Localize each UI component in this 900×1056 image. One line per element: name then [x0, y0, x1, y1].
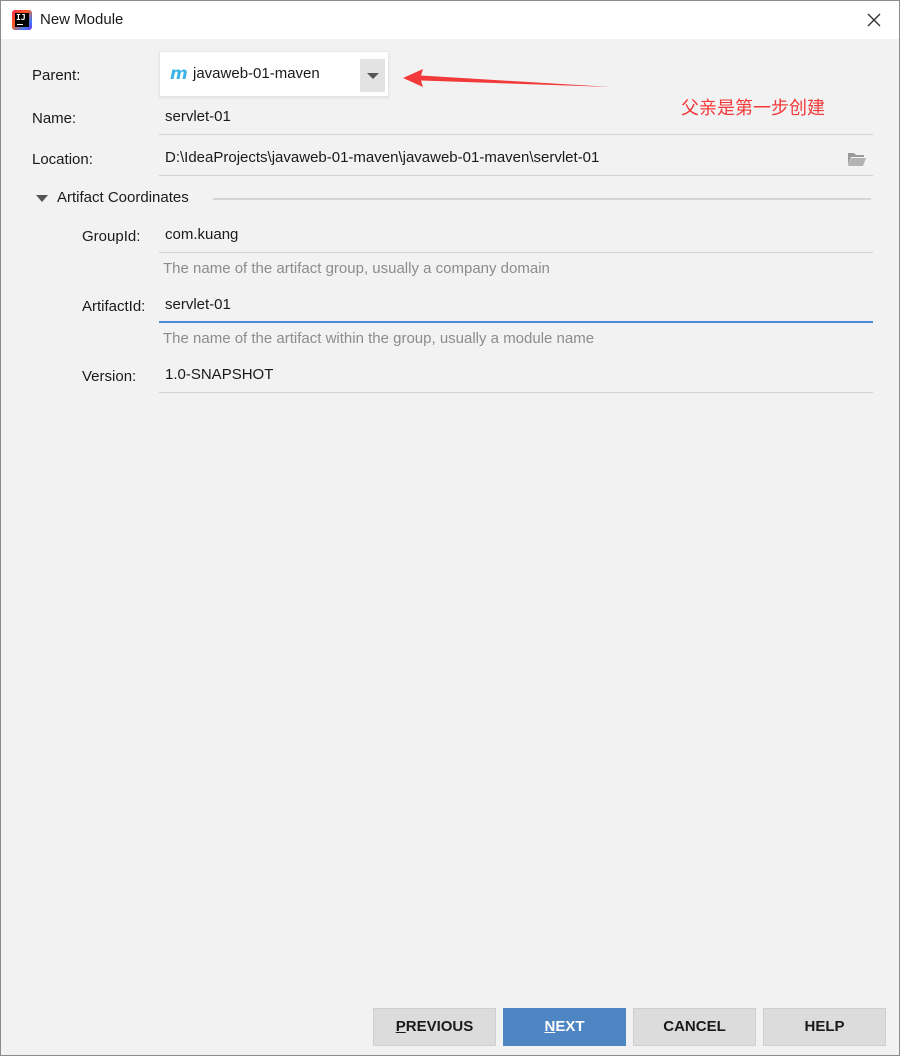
previous-label: REVIOUS — [405, 1018, 474, 1035]
help-button[interactable]: HELP — [763, 1008, 886, 1046]
close-icon[interactable] — [863, 9, 885, 31]
location-field[interactable]: D:\IdeaProjects\javaweb-01-maven\javaweb… — [159, 142, 873, 176]
artifactid-hint: The name of the artifact within the grou… — [163, 330, 595, 347]
name-field[interactable]: servlet-01 — [159, 101, 873, 135]
previous-button[interactable]: PREVIOUS — [373, 1008, 496, 1046]
name-label: Name: — [32, 110, 77, 127]
next-label: EXT — [555, 1018, 585, 1035]
groupid-label: GroupId: — [82, 228, 141, 245]
folder-icon[interactable] — [847, 151, 867, 167]
parent-label: Parent: — [32, 67, 81, 84]
cancel-button[interactable]: CANCEL — [633, 1008, 756, 1046]
chevron-down-icon[interactable] — [360, 59, 385, 92]
parent-value: javaweb-01-maven — [193, 65, 320, 82]
location-label: Location: — [32, 151, 93, 168]
maven-icon: m — [170, 64, 188, 84]
next-mnemonic: N — [544, 1018, 556, 1035]
groupid-field[interactable]: com.kuang — [159, 219, 873, 253]
title-bar: IJ New Module — [1, 1, 899, 39]
new-module-dialog: IJ New Module Parent: m javaweb-01-maven… — [0, 0, 900, 1056]
artifactid-label: ArtifactId: — [82, 298, 146, 315]
collapse-toggle-icon[interactable] — [35, 192, 49, 206]
artifactid-field[interactable]: servlet-01 — [159, 289, 873, 323]
version-field[interactable]: 1.0-SNAPSHOT — [159, 359, 873, 393]
artifact-coordinates-title: Artifact Coordinates — [57, 189, 189, 206]
next-button[interactable]: NEXT — [503, 1008, 626, 1046]
parent-combobox[interactable]: m javaweb-01-maven — [159, 51, 389, 97]
section-divider — [213, 198, 871, 200]
groupid-hint: The name of the artifact group, usually … — [163, 260, 550, 277]
dialog-title: New Module — [40, 11, 124, 28]
annotation-arrow — [403, 69, 611, 87]
previous-mnemonic: P — [395, 1018, 406, 1035]
version-label: Version: — [82, 368, 137, 385]
intellij-idea-icon: IJ — [12, 10, 32, 30]
